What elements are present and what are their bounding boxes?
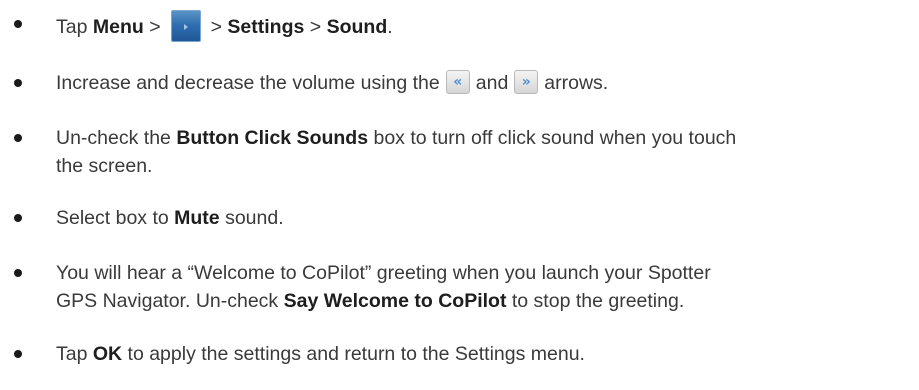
step-text: to apply the settings and return to the …	[122, 343, 585, 365]
step-text: and	[475, 72, 509, 94]
bullet-icon	[14, 134, 22, 142]
step-text: GPS Navigator. Un-check	[56, 290, 284, 312]
bullet-icon	[14, 350, 22, 358]
step-text: Tap	[56, 16, 93, 39]
step-text: Select box to	[56, 207, 175, 229]
menu-label: Menu	[92, 16, 144, 39]
step-text: Increase and decrease the volume using t…	[56, 72, 440, 94]
step-text: Un-check the	[56, 127, 177, 149]
step-text: to stop the greeting.	[506, 290, 685, 312]
mute-label: Mute	[174, 207, 220, 229]
chevron-left-icon: «	[445, 69, 470, 94]
separator: >	[143, 16, 161, 39]
button-click-sounds-label: Button Click Sounds	[176, 127, 369, 149]
step-line-continued: the screen.	[56, 154, 152, 178]
ok-label: OK	[92, 343, 123, 365]
bullet-icon	[14, 214, 22, 222]
step-text: box to turn off click sound when you tou…	[368, 127, 737, 149]
say-welcome-label: Say Welcome to CoPilot	[283, 290, 507, 312]
sound-label: Sound	[326, 16, 388, 39]
step-text: arrows.	[544, 72, 609, 94]
step-text: Tap	[56, 343, 93, 365]
period: .	[387, 16, 393, 39]
bullet-icon	[14, 20, 22, 28]
bullet-icon	[14, 269, 22, 277]
step-text: sound.	[219, 207, 284, 229]
separator: >	[210, 16, 228, 39]
bullet-icon	[14, 79, 22, 87]
menu-forward-icon	[170, 10, 201, 42]
step-line: Tap Menu > > Settings > Sound.	[56, 10, 393, 44]
step-line: Tap OK to apply the settings and return …	[56, 342, 585, 366]
step-line: Select box to Mute sound.	[56, 206, 284, 230]
step-line-continued: GPS Navigator. Un-check Say Welcome to C…	[56, 289, 684, 313]
step-line: Increase and decrease the volume using t…	[56, 69, 609, 96]
step-text: the screen.	[56, 155, 153, 177]
settings-label: Settings	[227, 16, 305, 39]
separator: >	[304, 16, 327, 39]
step-line: Un-check the Button Click Sounds box to …	[56, 126, 736, 150]
step-line: You will hear a “Welcome to CoPilot” gre…	[56, 261, 711, 285]
step-text: You will hear a “Welcome to CoPilot” gre…	[56, 262, 711, 284]
chevron-right-icon: »	[514, 69, 539, 94]
instruction-list: Tap Menu > > Settings > Sound. Increase a…	[0, 0, 919, 390]
